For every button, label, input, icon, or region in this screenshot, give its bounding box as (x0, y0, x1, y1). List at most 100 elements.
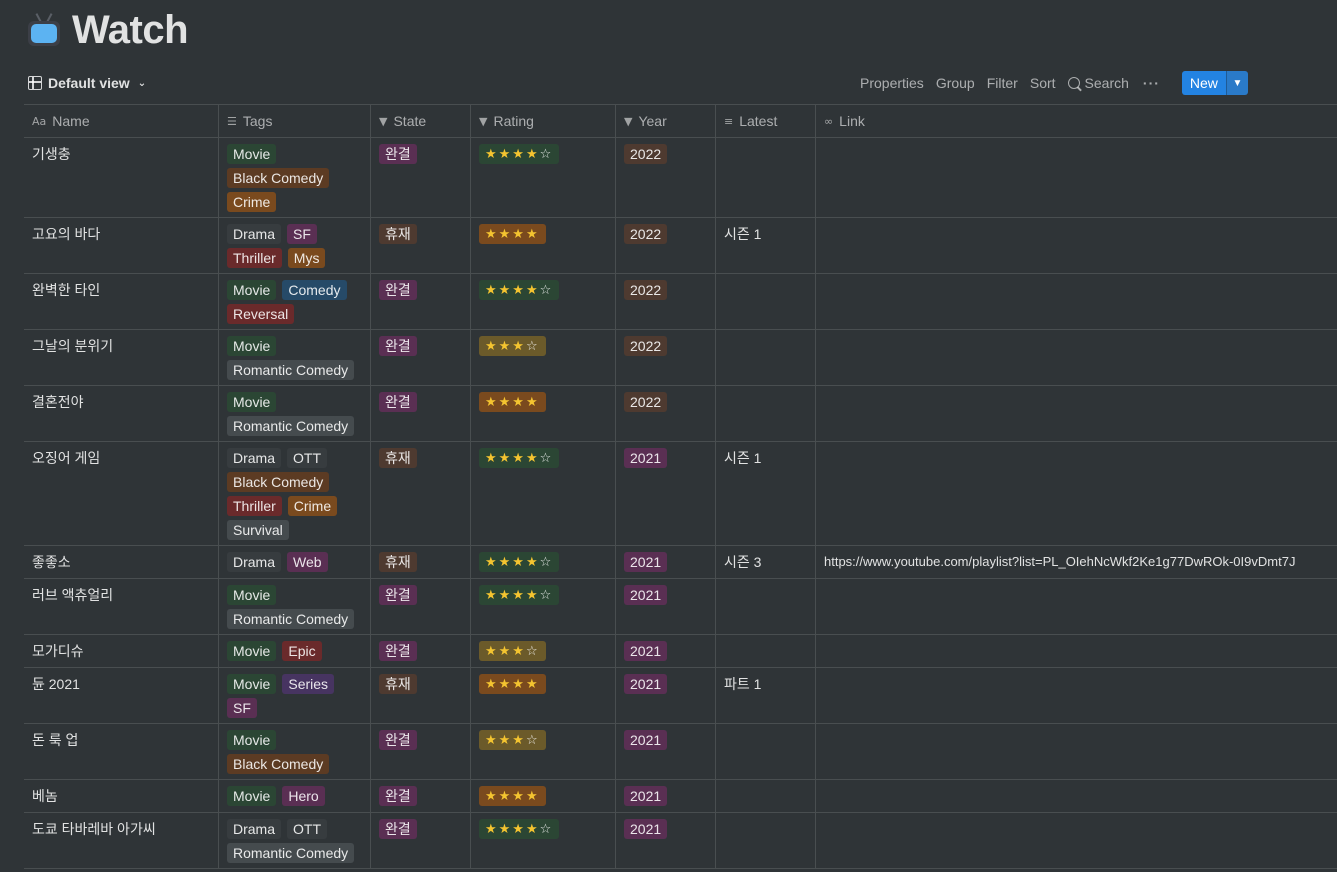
link-cell[interactable]: https://www.youtube.com/playlist?list=PL… (816, 546, 1337, 578)
table-row[interactable]: 베놈 Movie Hero 완결 ★★★★ 2021 (24, 780, 1337, 813)
title-text[interactable]: 베놈 (32, 788, 58, 804)
title-text[interactable]: 좋좋소 (32, 554, 71, 570)
year-cell[interactable]: 2021 (616, 579, 716, 634)
year-cell[interactable]: 2022 (616, 138, 716, 217)
rating-cell[interactable]: ★★★★☆ (471, 138, 616, 217)
latest-cell[interactable]: 시즌 1 (716, 218, 816, 273)
table-row[interactable]: 모가디슈 Movie Epic 완결 ★★★☆ 2021 (24, 635, 1337, 668)
year-cell[interactable]: 2021 (616, 546, 716, 578)
state-cell[interactable]: 완결 (371, 724, 471, 779)
filter-button[interactable]: Filter (987, 75, 1018, 91)
table-row[interactable]: 기생충 Movie Black Comedy Crime 완결 ★★★★☆ 2022 (24, 138, 1337, 218)
latest-cell[interactable] (716, 274, 816, 329)
search-button[interactable]: Search (1067, 75, 1129, 91)
tags-cell[interactable]: Movie Hero (219, 780, 371, 812)
rating-cell[interactable]: ★★★★☆ (471, 274, 616, 329)
latest-cell[interactable]: 시즌 3 (716, 546, 816, 578)
latest-cell[interactable] (716, 780, 816, 812)
table-row[interactable]: 그날의 분위기 Movie Romantic Comedy 완결 ★★★☆ 2022 (24, 330, 1337, 386)
latest-cell[interactable]: 파트 1 (716, 668, 816, 723)
rating-cell[interactable]: ★★★★ (471, 218, 616, 273)
link-cell[interactable] (816, 724, 1337, 779)
name-cell[interactable]: 고요의 바다 (24, 218, 219, 273)
name-cell[interactable]: 오징어 게임 (24, 442, 219, 545)
state-cell[interactable]: 휴재 (371, 218, 471, 273)
table-row[interactable]: 돈 룩 업 Movie Black Comedy 완결 ★★★☆ 2021 (24, 724, 1337, 780)
link-cell[interactable] (816, 579, 1337, 634)
state-cell[interactable]: 완결 (371, 813, 471, 868)
table-row[interactable]: 고요의 바다 Drama SF Thriller Mys 휴재 ★★★★ 2022 시즌 1 (24, 218, 1337, 274)
year-cell[interactable]: 2021 (616, 813, 716, 868)
link-url[interactable]: https://www.youtube.com/playlist?list=PL… (824, 554, 1295, 569)
tags-cell[interactable]: Movie Black Comedy Crime (219, 138, 371, 217)
tags-cell[interactable]: Movie Series SF (219, 668, 371, 723)
link-cell[interactable] (816, 330, 1337, 385)
table-row[interactable]: 결혼전야 Movie Romantic Comedy 완결 ★★★★ 2022 (24, 386, 1337, 442)
title-text[interactable]: 오징어 게임 (32, 450, 100, 466)
latest-cell[interactable] (716, 386, 816, 441)
name-cell[interactable]: 완벽한 타인 (24, 274, 219, 329)
state-cell[interactable]: 완결 (371, 635, 471, 667)
name-cell[interactable]: 러브 액츄얼리 (24, 579, 219, 634)
rating-cell[interactable]: ★★★★☆ (471, 442, 616, 545)
year-cell[interactable]: 2021 (616, 780, 716, 812)
tags-cell[interactable]: Movie Romantic Comedy (219, 579, 371, 634)
rating-cell[interactable]: ★★★☆ (471, 724, 616, 779)
latest-cell[interactable] (716, 813, 816, 868)
rating-cell[interactable]: ★★★☆ (471, 330, 616, 385)
title-text[interactable]: 완벽한 타인 (32, 282, 100, 298)
title-text[interactable]: 듄 2021 (32, 676, 80, 692)
column-header-rating[interactable]: ▼ Rating (471, 105, 616, 137)
table-row[interactable]: 도쿄 타바레바 아가씨 Drama OTT Romantic Comedy 완결 ★★★★… (24, 813, 1337, 869)
tags-cell[interactable]: Drama OTT Black Comedy Thriller Crime Surviva… (219, 442, 371, 545)
link-cell[interactable] (816, 218, 1337, 273)
rating-cell[interactable]: ★★★★ (471, 780, 616, 812)
tags-cell[interactable]: Movie Comedy Reversal (219, 274, 371, 329)
name-cell[interactable]: 결혼전야 (24, 386, 219, 441)
link-cell[interactable] (816, 386, 1337, 441)
rating-cell[interactable]: ★★★★☆ (471, 546, 616, 578)
title-text[interactable]: 모가디슈 (32, 643, 84, 659)
latest-cell[interactable] (716, 579, 816, 634)
name-cell[interactable]: 좋좋소 (24, 546, 219, 578)
table-row[interactable]: 좋좋소 Drama Web 휴재 ★★★★☆ 2021 시즌 3 https://www.yo… (24, 546, 1337, 579)
latest-cell[interactable]: 시즌 1 (716, 442, 816, 545)
year-cell[interactable]: 2021 (616, 635, 716, 667)
name-cell[interactable]: 기생충 (24, 138, 219, 217)
title-text[interactable]: 그날의 분위기 (32, 338, 113, 354)
state-cell[interactable]: 완결 (371, 138, 471, 217)
table-row[interactable]: 오징어 게임 Drama OTT Black Comedy Thriller Crime S… (24, 442, 1337, 546)
sort-button[interactable]: Sort (1030, 75, 1056, 91)
title-text[interactable]: 고요의 바다 (32, 226, 100, 242)
column-header-name[interactable]: Aa Name (24, 105, 219, 137)
title-text[interactable]: 러브 액츄얼리 (32, 587, 113, 603)
latest-cell[interactable] (716, 724, 816, 779)
table-row[interactable]: 완벽한 타인 Movie Comedy Reversal 완결 ★★★★☆ 2022 (24, 274, 1337, 330)
tv-icon[interactable] (26, 12, 62, 48)
rating-cell[interactable]: ★★★★ (471, 386, 616, 441)
tags-cell[interactable]: Drama Web (219, 546, 371, 578)
state-cell[interactable]: 완결 (371, 579, 471, 634)
column-header-latest[interactable]: ≡ Latest (716, 105, 816, 137)
new-dropdown-button[interactable]: ▼ (1225, 71, 1248, 95)
rating-cell[interactable]: ★★★★☆ (471, 813, 616, 868)
year-cell[interactable]: 2021 (616, 442, 716, 545)
tags-cell[interactable]: Movie Black Comedy (219, 724, 371, 779)
tags-cell[interactable]: Movie Epic (219, 635, 371, 667)
table-row[interactable]: 듄 2021 Movie Series SF 휴재 ★★★★ 2021 파트 1 (24, 668, 1337, 724)
more-options-button[interactable]: ··· (1143, 75, 1160, 91)
link-cell[interactable] (816, 780, 1337, 812)
state-cell[interactable]: 휴재 (371, 546, 471, 578)
view-switcher[interactable]: Default view ⌄ (24, 73, 150, 93)
name-cell[interactable]: 베놈 (24, 780, 219, 812)
year-cell[interactable]: 2022 (616, 330, 716, 385)
year-cell[interactable]: 2021 (616, 724, 716, 779)
properties-button[interactable]: Properties (860, 75, 924, 91)
state-cell[interactable]: 완결 (371, 386, 471, 441)
year-cell[interactable]: 2022 (616, 386, 716, 441)
table-row[interactable]: 러브 액츄얼리 Movie Romantic Comedy 완결 ★★★★☆ 2021 (24, 579, 1337, 635)
column-header-link[interactable]: ∞ Link (816, 105, 1337, 137)
name-cell[interactable]: 그날의 분위기 (24, 330, 219, 385)
name-cell[interactable]: 도쿄 타바레바 아가씨 (24, 813, 219, 868)
state-cell[interactable]: 휴재 (371, 442, 471, 545)
